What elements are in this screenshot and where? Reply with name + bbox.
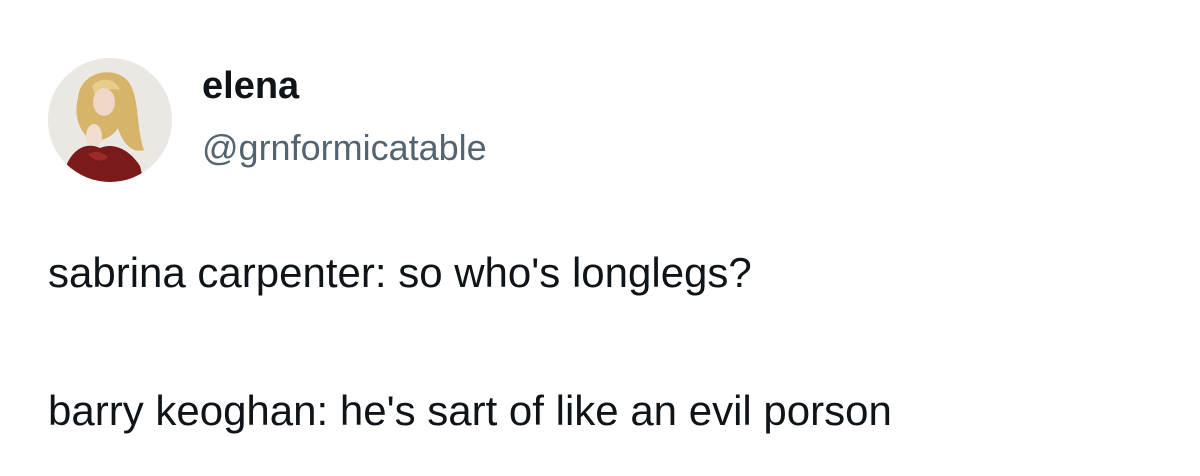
- avatar[interactable]: [48, 58, 172, 182]
- author-names: elena @grnformicatable: [202, 65, 487, 170]
- profile-photo-avatar: [48, 58, 172, 182]
- display-name[interactable]: elena: [202, 64, 487, 108]
- tweet-line: barry keoghan: he's sart of like an evil…: [48, 387, 892, 434]
- user-handle[interactable]: @grnformicatable: [202, 126, 487, 170]
- tweet-header: elena @grnformicatable: [48, 58, 487, 182]
- tweet-line: sabrina carpenter: so who's longlegs?: [48, 249, 752, 296]
- tweet-text: sabrina carpenter: so who's longlegs? ba…: [48, 248, 1188, 436]
- tweet-card: elena @grnformicatable sabrina carpenter…: [0, 0, 1200, 476]
